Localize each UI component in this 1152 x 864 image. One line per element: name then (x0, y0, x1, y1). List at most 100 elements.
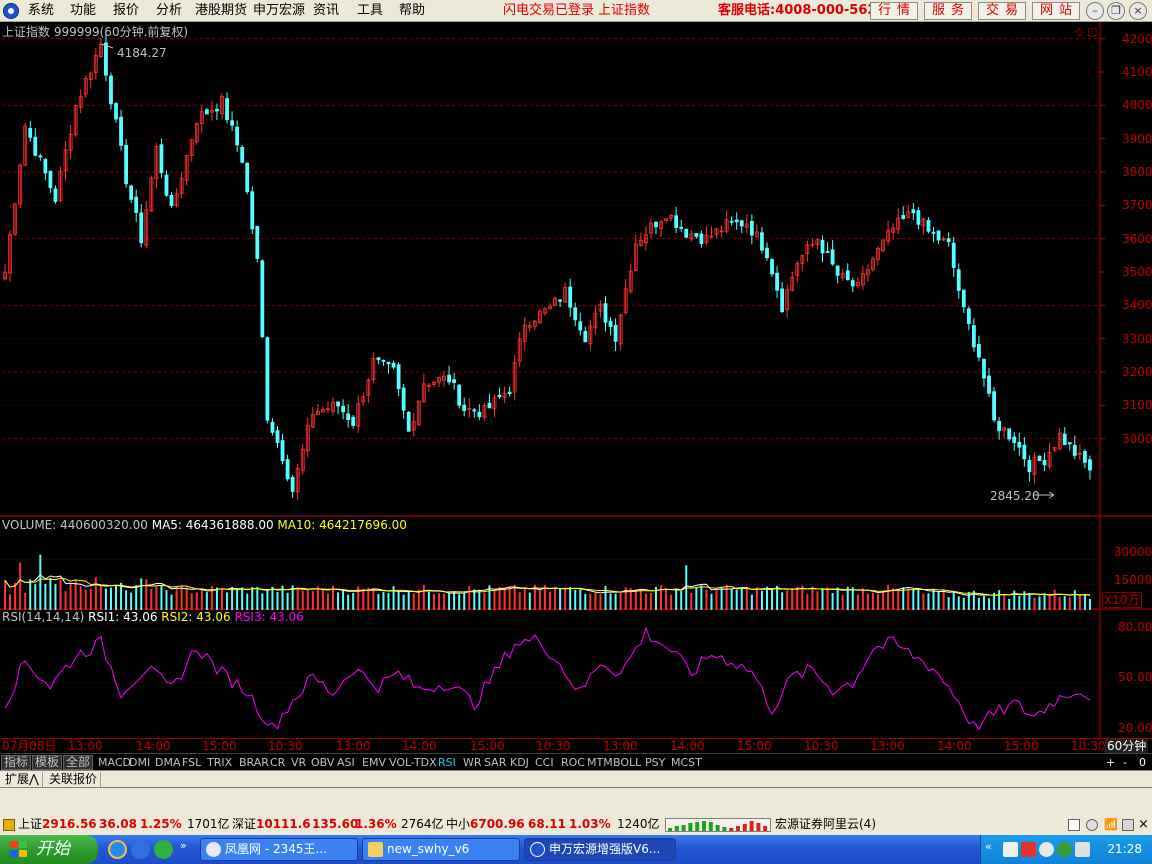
zoom-reset-button[interactable]: 0 (1137, 755, 1148, 770)
tab-vol-tdx[interactable]: VOL-TDX (387, 755, 439, 770)
ie-icon[interactable] (108, 840, 127, 859)
candle-body (694, 233, 699, 237)
tab-cr[interactable]: CR (268, 755, 287, 770)
task-phoenix[interactable]: 凤凰网 - 2345王... (200, 838, 358, 861)
security-icon[interactable] (1039, 842, 1054, 857)
tab-kdj[interactable]: KDJ (508, 755, 531, 770)
volume-ma5-line (4, 574, 1091, 596)
quicklaunch-more-icon[interactable]: » (180, 839, 187, 852)
candle-body (558, 299, 562, 302)
tab-obv[interactable]: OBV (309, 755, 336, 770)
tab-boll[interactable]: BOLL (611, 755, 643, 770)
candle-body (381, 359, 386, 362)
price-axis-label: 4000 (1122, 98, 1152, 113)
volume-axis-label-15000: 15000 (1114, 573, 1152, 587)
tab-dma[interactable]: DMA (153, 755, 183, 770)
time-label: 13:00 (870, 739, 905, 753)
zoom-in-button[interactable]: + (1104, 755, 1117, 770)
candle-body (734, 219, 739, 223)
period-selector[interactable]: 60分钟 (1105, 739, 1149, 753)
tab-all[interactable]: 全部 (63, 755, 94, 770)
menu-help[interactable]: 帮助 (399, 0, 425, 22)
tab-sar[interactable]: SAR (482, 755, 508, 770)
chart-canvas[interactable] (0, 22, 1152, 738)
volume-value: VOLUME: 440600320.00 (2, 518, 148, 532)
candle-body (255, 226, 260, 259)
browser-icon[interactable] (131, 840, 150, 859)
green-browser-icon[interactable] (154, 840, 173, 859)
tab-expand[interactable]: 扩展⋀ (2, 772, 43, 787)
candle-body (1027, 459, 1032, 473)
menu-hk-futures[interactable]: 港股期货 (195, 0, 247, 22)
layout-icon[interactable] (1068, 819, 1080, 831)
trade-button[interactable]: 交易 (978, 2, 1026, 20)
candle-body (971, 325, 976, 348)
server-name[interactable]: 宏源证券阿里云(4) (775, 816, 876, 832)
app-logo-icon[interactable] (3, 3, 19, 19)
menu-swhy[interactable]: 申万宏源 (253, 0, 305, 22)
tab-rsi[interactable]: RSI (436, 755, 458, 770)
candle-body (780, 288, 785, 313)
quotes-button[interactable]: 行情 (870, 2, 918, 20)
breadth-bar (763, 826, 768, 831)
tab-related-quotes[interactable]: 关联报价 (46, 772, 102, 787)
tab-emv[interactable]: EMV (360, 755, 388, 770)
candle-body (982, 358, 986, 379)
tab-asi[interactable]: ASI (335, 755, 357, 770)
menu-analysis[interactable]: 分析 (156, 0, 182, 22)
menu-system[interactable]: 系统 (28, 0, 54, 22)
network-icon[interactable] (1021, 842, 1036, 857)
kline-chart-area[interactable]: 上证指数 999999(60分钟.前复权) ◇ ▢ 4184.27 2845.2… (0, 22, 1152, 738)
menu-tools[interactable]: 工具 (357, 0, 383, 22)
tab-indicator[interactable]: 指标 (1, 755, 32, 770)
zoom-out-button[interactable]: - (1121, 755, 1129, 770)
candle-body (845, 270, 850, 281)
tab-dmi[interactable]: DMI (127, 755, 152, 770)
candle-body (961, 289, 966, 308)
candle-body (916, 210, 921, 225)
website-button[interactable]: 网站 (1032, 2, 1080, 20)
tab-psy[interactable]: PSY (643, 755, 667, 770)
candle-body (275, 430, 280, 444)
candle-body (230, 120, 234, 126)
menu-news[interactable]: 资讯 (313, 0, 339, 22)
tab-wr[interactable]: WR (461, 755, 484, 770)
lock-icon[interactable] (1122, 819, 1134, 831)
restore-icon[interactable]: ❐ (1107, 2, 1125, 20)
signal-icon[interactable]: 📶 (1104, 818, 1118, 832)
candle-body (946, 238, 951, 242)
task-swhy[interactable]: 申万宏源增强版V6... (524, 838, 676, 861)
candle-body (114, 103, 118, 120)
start-button[interactable]: 开始 (0, 835, 98, 864)
candle-body (487, 402, 492, 409)
breadth-bar (742, 824, 747, 831)
close-icon[interactable]: × (1129, 2, 1147, 20)
task-folder[interactable]: new_swhy_v6 (362, 838, 520, 861)
candle-body (850, 280, 855, 287)
tab-roc[interactable]: ROC (559, 755, 587, 770)
minimize-icon[interactable]: – (1086, 2, 1104, 20)
close-panel-icon[interactable]: × (1138, 817, 1149, 832)
tab-template[interactable]: 模板 (32, 755, 63, 770)
settings-icon[interactable] (1086, 819, 1098, 831)
tab-brar[interactable]: BRAR (237, 755, 271, 770)
tab-trix[interactable]: TRIX (205, 755, 234, 770)
tab-cci[interactable]: CCI (533, 755, 556, 770)
tab-vr[interactable]: VR (289, 755, 308, 770)
volume-icon[interactable] (1075, 842, 1090, 857)
candle-body (992, 391, 996, 421)
help-icon[interactable] (1003, 842, 1018, 857)
candle-body (1017, 441, 1022, 448)
tray-expand-icon[interactable]: « (985, 840, 992, 853)
candle-body (124, 144, 129, 185)
check-icon[interactable] (1057, 842, 1072, 857)
market-status-icon[interactable] (3, 819, 15, 831)
chart-corner-icons[interactable]: ◇ ▢ (1075, 25, 1097, 39)
flash-trade-status[interactable]: 闪电交易已登录 (503, 0, 594, 22)
tab-mcst[interactable]: MCST (669, 755, 704, 770)
menu-quotes[interactable]: 报价 (113, 0, 139, 22)
menu-function[interactable]: 功能 (70, 0, 96, 22)
tab-fsl[interactable]: FSL (180, 755, 203, 770)
time-label: 10:30 (536, 739, 571, 753)
service-button[interactable]: 服务 (924, 2, 972, 20)
